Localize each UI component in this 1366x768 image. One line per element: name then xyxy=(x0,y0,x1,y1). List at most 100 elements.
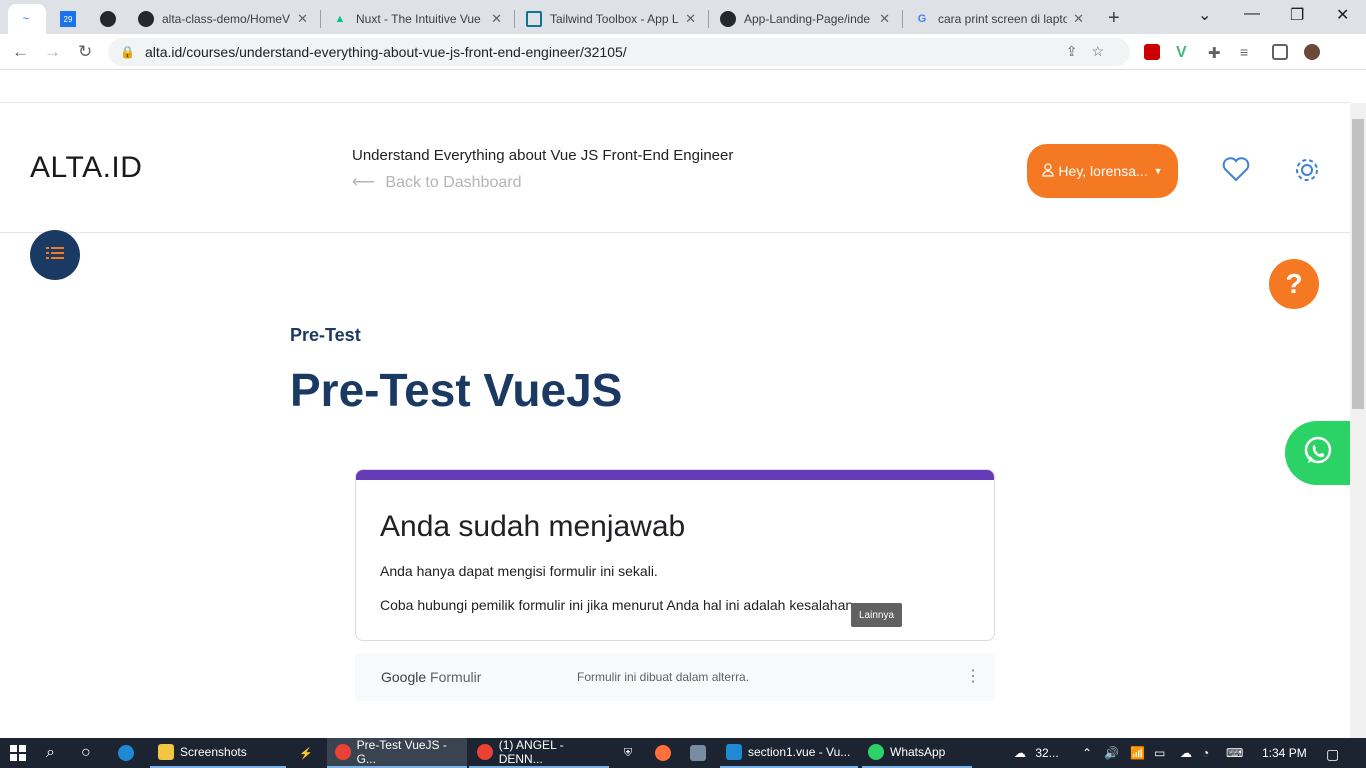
formulir-wordmark: Formulir xyxy=(426,669,482,685)
tab-search-icon[interactable]: ⌄ xyxy=(1198,5,1211,25)
taskbar-label: WhatsApp xyxy=(890,745,946,759)
page-viewport: ALTA.ID Understand Everything about Vue … xyxy=(0,71,1350,738)
firefox-icon[interactable] xyxy=(655,738,677,768)
search-icon[interactable]: ⌕ xyxy=(46,738,55,768)
whatsapp-icon xyxy=(868,744,884,760)
caret-down-icon: ▼ xyxy=(1153,166,1163,176)
media-queue-icon[interactable]: ≡ xyxy=(1240,44,1256,60)
tab-title: Nuxt - The Intuitive Vue xyxy=(356,12,481,26)
close-icon[interactable]: ✕ xyxy=(1073,11,1084,27)
github-icon xyxy=(100,11,116,27)
clock[interactable]: 1:34 PM xyxy=(1262,746,1307,760)
restore-icon[interactable]: ❐ xyxy=(1290,5,1304,25)
wifi-icon[interactable]: ◔ xyxy=(1202,746,1209,760)
bookmark-star-icon[interactable]: ☆ xyxy=(1091,43,1118,59)
tab-title: alta-class-demo/HomeV xyxy=(162,12,291,26)
taskbar-item-pretest[interactable]: Pre-Test VueJS - G... xyxy=(327,738,467,768)
profile-avatar[interactable] xyxy=(1304,44,1320,60)
speaker-icon[interactable]: 🔊 xyxy=(1104,746,1119,760)
gear-icon[interactable] xyxy=(1293,156,1321,189)
google-wordmark: Google xyxy=(381,669,427,685)
scrollbar-thumb[interactable] xyxy=(1352,119,1364,409)
minimize-icon[interactable]: — xyxy=(1244,5,1260,23)
heart-icon[interactable] xyxy=(1222,156,1250,187)
site-logo[interactable]: ALTA.ID xyxy=(30,151,142,185)
edge-icon[interactable] xyxy=(118,738,140,768)
chevron-up-icon[interactable]: ⌃ xyxy=(1082,746,1092,760)
chrome-icon xyxy=(477,744,493,760)
close-icon[interactable]: ✕ xyxy=(879,11,890,27)
windows-taskbar: ⌕ ○ Screenshots ⚡ Pre-Test VueJS - G... … xyxy=(0,738,1366,768)
network-icon[interactable]: 📶 xyxy=(1130,746,1145,760)
tab-separator xyxy=(514,10,515,28)
tab-1[interactable]: 29 xyxy=(50,4,88,34)
extensions-puzzle-icon[interactable]: ✚ xyxy=(1208,44,1224,62)
section-subtitle: Pre-Test xyxy=(290,325,361,345)
url-bar[interactable]: 🔒 alta.id/courses/understand-everything-… xyxy=(108,38,1130,66)
whatsapp-chat-button[interactable] xyxy=(1285,421,1350,485)
calendar-icon: 29 xyxy=(60,11,76,27)
page-scrollbar[interactable] xyxy=(1350,103,1366,738)
extension-red-icon[interactable] xyxy=(1144,44,1160,60)
help-button[interactable]: ? xyxy=(1269,259,1319,309)
tab-separator xyxy=(902,10,903,28)
back-to-dashboard-link[interactable]: ⟵ Back to Dashboard xyxy=(352,172,521,192)
vue-devtools-icon[interactable]: V xyxy=(1176,44,1192,61)
form-footer-note: Formulir ini dibuat dalam alterra. xyxy=(577,670,750,684)
close-icon[interactable]: ✕ xyxy=(297,11,308,27)
form-accent-bar xyxy=(356,470,994,480)
tab-5[interactable]: Tailwind Toolbox - App L ✕ xyxy=(516,4,706,34)
back-label: Back to Dashboard xyxy=(385,174,522,191)
form-message-2: Coba hubungi pemilik formulir ini jika m… xyxy=(380,597,858,613)
google-form-footer: Google Formulir Formulir ini dibuat dala… xyxy=(355,654,995,701)
app-shortcut-icon[interactable]: ⚡ xyxy=(298,738,320,768)
lock-icon: 🔒 xyxy=(120,45,135,59)
close-icon[interactable]: ✕ xyxy=(491,11,502,27)
cloud-sync-icon[interactable]: ☁ xyxy=(1180,746,1192,760)
course-menu-button[interactable] xyxy=(30,230,80,280)
google-forms-logo[interactable]: Google Formulir xyxy=(381,669,481,685)
tab-0[interactable]: ~ xyxy=(8,4,46,34)
more-vert-icon[interactable]: ⋮ xyxy=(965,666,981,686)
security-app-icon[interactable]: ⛨ xyxy=(620,738,642,768)
keyboard-icon[interactable]: ⌨ xyxy=(1226,746,1243,760)
notification-icon[interactable]: ▢ xyxy=(1326,746,1339,763)
tailwind-icon xyxy=(526,11,542,27)
close-icon[interactable]: ✕ xyxy=(685,11,696,27)
tab-2[interactable] xyxy=(90,4,128,34)
weather-widget[interactable]: ☁ 32... xyxy=(1014,746,1059,760)
form-heading: Anda sudah menjawab xyxy=(380,510,686,543)
task-view-icon[interactable]: ○ xyxy=(81,738,91,768)
tab-title: Tailwind Toolbox - App L xyxy=(550,12,679,26)
battery-icon[interactable]: ▭ xyxy=(1154,746,1165,760)
windows-start-icon[interactable] xyxy=(10,738,26,768)
taskbar-item-whatsapp[interactable]: WhatsApp xyxy=(862,738,972,768)
address-toolbar: ← → ↻ 🔒 alta.id/courses/understand-every… xyxy=(0,34,1366,70)
back-icon[interactable]: ← xyxy=(12,42,29,62)
question-icon: ? xyxy=(1285,268,1303,299)
taskbar-item-angel[interactable]: (1) ANGEL - DENN... xyxy=(469,738,609,768)
user-menu-button[interactable]: Hey, lorensa... ▼ xyxy=(1027,144,1178,198)
url-text: alta.id/courses/understand-everything-ab… xyxy=(144,44,627,60)
tab-4[interactable]: ▲ Nuxt - The Intuitive Vue ✕ xyxy=(322,4,512,34)
share-icon[interactable]: ⇪ xyxy=(1066,43,1092,59)
site-header: ALTA.ID Understand Everything about Vue … xyxy=(0,102,1350,233)
side-panel-icon[interactable] xyxy=(1272,44,1288,60)
user-greeting: Hey, lorensa... xyxy=(1058,163,1148,179)
browser-tab-strip: ~ 29 alta-class-demo/HomeV ✕ ▲ Nuxt - Th… xyxy=(0,0,1366,34)
tab-7[interactable]: G cara print screen di lapto ✕ xyxy=(904,4,1094,34)
reload-icon[interactable]: ↻ xyxy=(78,42,92,62)
taskbar-item-vscode[interactable]: section1.vue - Vu... xyxy=(720,738,858,768)
arrow-left-icon: ⟵ xyxy=(352,174,375,191)
chrome-icon xyxy=(335,744,351,760)
taskbar-label: Screenshots xyxy=(180,745,247,759)
taskbar-item-screenshots[interactable]: Screenshots xyxy=(150,738,286,768)
camera-icon[interactable] xyxy=(690,738,712,768)
close-window-icon[interactable]: ✕ xyxy=(1336,5,1349,25)
tab-6[interactable]: App-Landing-Page/inde ✕ xyxy=(710,4,900,34)
forward-icon[interactable]: → xyxy=(44,42,61,62)
new-tab-button[interactable]: + xyxy=(1108,7,1120,30)
tab-3[interactable]: alta-class-demo/HomeV ✕ xyxy=(128,4,318,34)
app-icon: ~ xyxy=(22,13,30,25)
taskbar-label: Pre-Test VueJS - G... xyxy=(356,738,447,766)
